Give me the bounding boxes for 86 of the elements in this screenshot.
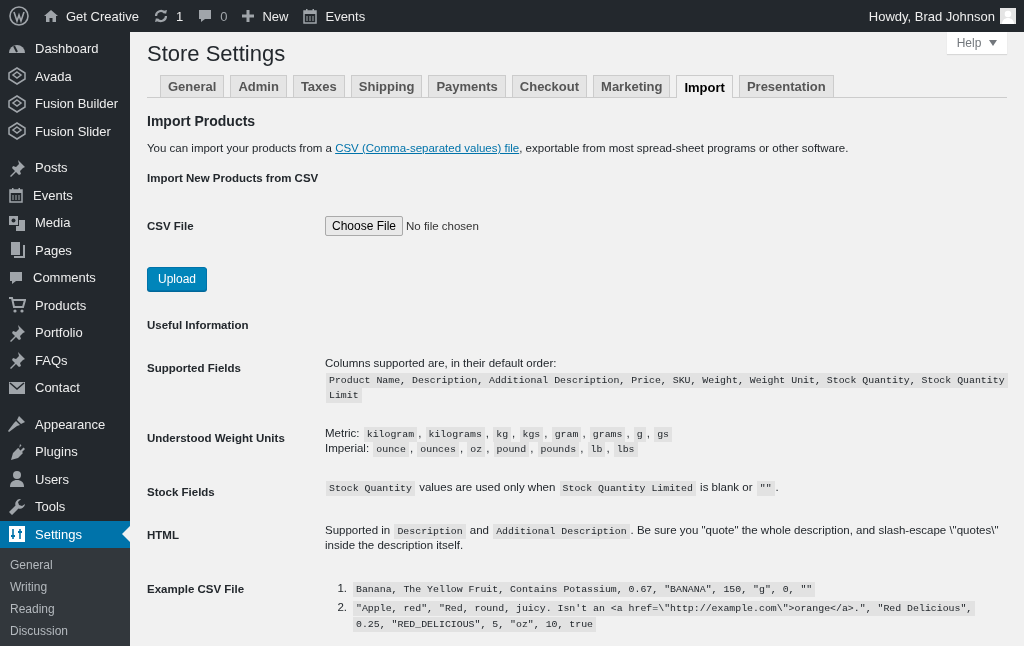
wrench-icon [8,497,26,516]
choose-file-button[interactable]: Choose File [325,216,404,236]
section-heading: Import Products [147,112,256,130]
media-icon [8,213,26,232]
tab[interactable]: Payments [428,75,506,97]
toolbar-item[interactable]: 0 [197,8,228,24]
brush-icon [8,415,26,434]
field-label: HTML [147,527,180,543]
pin-icon [8,351,26,370]
sidebar-item[interactable]: Plugins [0,438,130,466]
sidebar-item[interactable]: Avada [0,62,130,90]
info-text: Columns supported are, in their default order: [325,356,558,371]
layers-icon [8,94,26,113]
person-icon [8,470,26,489]
subsection-heading: Import New Products from CSV [147,171,319,186]
field-label: Stock Fields [147,484,216,500]
list-number: 2. [336,599,347,615]
sliders-icon [8,525,26,544]
caret-icon [989,40,998,46]
sidebar-item[interactable]: Events [0,181,130,209]
csv-link[interactable]: CSV (Comma-separated values) file [335,142,520,154]
home-icon [43,8,59,24]
plug-icon [8,442,26,461]
tab[interactable]: General [160,75,225,97]
sidebar-item[interactable]: Products [0,291,130,319]
list-number: 1. [336,580,347,596]
submenu-item[interactable]: General [0,554,130,576]
sidebar-item[interactable]: Contact [0,374,130,402]
subsection-heading: Useful Information [147,318,249,333]
layers-icon [8,67,26,86]
sidebar-item[interactable]: Posts [0,154,130,182]
sidebar-item[interactable]: Comments [0,264,130,292]
field-label: Understood Weight Units [147,430,286,446]
pin-icon [8,158,26,177]
sidebar-item[interactable]: FAQs [0,346,130,374]
logo-icon[interactable] [9,6,29,26]
field-label: CSV File [147,219,195,234]
file-status: No file chosen [406,220,479,232]
sidebar-item[interactable]: Fusion Builder [0,90,130,118]
account-menu[interactable]: Howdy, Brad Johnson [868,8,1016,24]
comment-icon [8,269,24,286]
sidebar-item[interactable]: Tools [0,493,130,521]
toolbar-item[interactable]: New [241,8,289,24]
info-text: Stock Quantity values are used only when Stock Quantity Limited is blank or "" . [325,479,1007,495]
sidebar-item[interactable]: Dashboard [0,35,130,63]
upload-button[interactable]: Upload [147,267,208,291]
comment-icon [197,8,214,24]
tab[interactable]: Presentation [738,75,834,97]
toolbar-item[interactable]: 1 [153,8,184,24]
layers-icon [8,122,26,141]
info-text: Metric: kilogram , kilograms , kg , kgs , gram , grams , g , gs [325,425,1007,441]
info-text: Supported in Description and Additional Description . Be sure you "quote" the whole description, and slash-escape \"quotes\" inside the description itself. [325,522,1000,553]
info-text: Product Name, Description, Additional Description, Price, SKU, Weight, Weight Unit, Stock Quantity, Stock Quantity Limit [325,371,1007,403]
info-text: Imperial: ounce , ounces , oz , pound , pounds , lb , lbs [325,441,1007,457]
page-title: Store Settings [147,40,286,68]
tab[interactable]: Shipping [350,75,423,97]
sidebar-item[interactable]: Pages [0,236,130,264]
sidebar-item[interactable]: Appearance [0,410,130,438]
pages-icon [8,241,26,260]
toolbar-item[interactable]: Get Creative [43,8,139,24]
tab[interactable]: Admin [230,75,287,97]
submenu-item[interactable]: Reading [0,598,130,620]
help-button[interactable]: Help [947,32,1007,54]
sidebar-item[interactable]: Media [0,209,130,237]
calendar-icon [302,8,319,24]
refresh-icon [153,8,169,24]
toolbar-item[interactable]: Events [302,8,366,24]
tab[interactable]: Import [676,75,733,98]
cart-icon [8,296,26,315]
submenu-item[interactable]: Writing [0,576,130,598]
field-label: Supported Fields [147,361,242,376]
calendar-icon [8,187,24,204]
pin-icon [8,323,26,342]
tab[interactable]: Checkout [511,75,588,97]
intro-text: You can import your products from a CSV (Comma-separated values) file, exportable from most spread-sheet programs or other software. [147,141,850,156]
plus-icon [241,9,256,23]
tab[interactable]: Taxes [292,75,345,97]
field-label: Example CSV File [147,581,246,597]
code-example: Banana, The Yellow Fruit, Contains Potassium, 0.67, "BANANA", 150, "g", 0, "" [352,579,817,596]
sidebar-item[interactable]: Users [0,465,130,493]
sidebar-item[interactable]: Fusion Slider [0,117,130,145]
sidebar-item[interactable]: Settings [0,520,130,548]
submenu-item[interactable]: Discussion [0,620,130,642]
tab[interactable]: Marketing [593,75,671,97]
avatar-icon [1000,8,1016,24]
sidebar-item[interactable]: Portfolio [0,319,130,347]
